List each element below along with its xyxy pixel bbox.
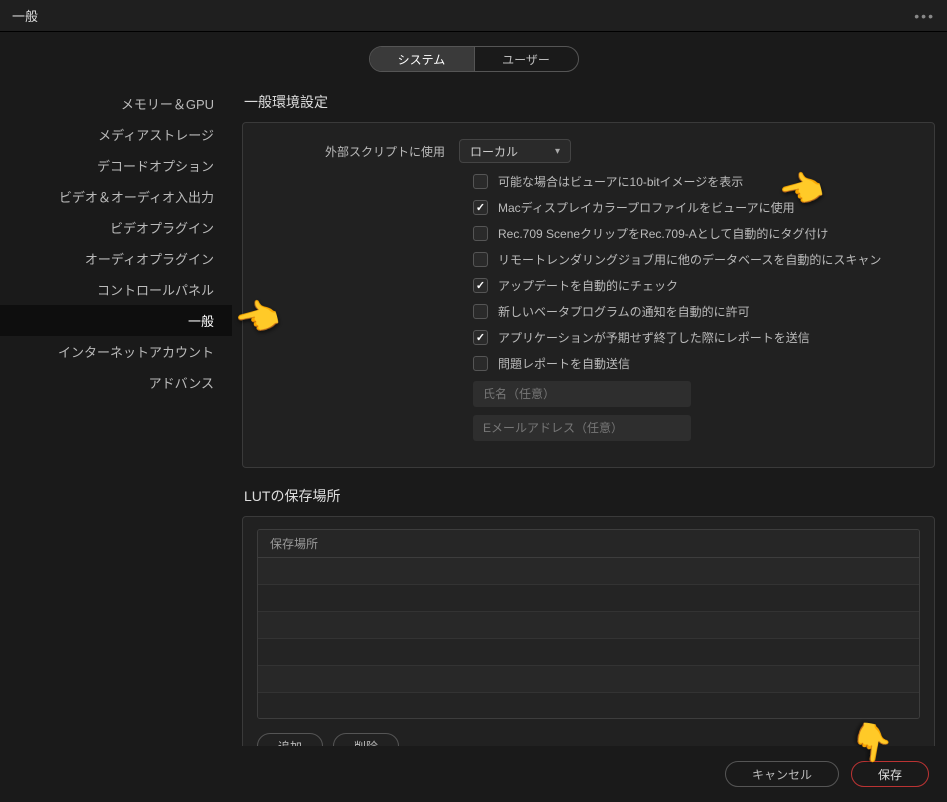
sidebar-item-label: ビデオ＆オーディオ入出力 bbox=[59, 187, 214, 206]
check-10bit[interactable] bbox=[473, 174, 488, 189]
window-menu-icon[interactable]: ••• bbox=[914, 8, 935, 24]
check-beta-notify[interactable] bbox=[473, 304, 488, 319]
main-content: 一般環境設定 外部スクリプトに使用 ローカル ▾ 可能な場合はビューアに10-b… bbox=[232, 84, 947, 748]
table-row[interactable] bbox=[258, 693, 919, 719]
sidebar-item-audio-plugins[interactable]: オーディオプラグイン bbox=[0, 243, 232, 274]
general-section-title: 一般環境設定 bbox=[244, 92, 935, 112]
sidebar-item-label: ビデオプラグイン bbox=[110, 218, 214, 237]
general-panel: 外部スクリプトに使用 ローカル ▾ 可能な場合はビューアに10-bitイメージを… bbox=[242, 122, 935, 468]
check-label: Macディスプレイカラープロファイルをビューアに使用 bbox=[498, 199, 795, 216]
check-label: リモートレンダリングジョブ用に他のデータベースを自動的にスキャン bbox=[498, 251, 881, 268]
cancel-button[interactable]: キャンセル bbox=[725, 761, 839, 787]
lut-table-body[interactable] bbox=[258, 558, 919, 718]
footer: キャンセル 保存 bbox=[0, 746, 947, 802]
sidebar-item-advanced[interactable]: アドバンス bbox=[0, 367, 232, 398]
sidebar-item-internet-accounts[interactable]: インターネットアカウント bbox=[0, 336, 232, 367]
check-crash-report[interactable] bbox=[473, 330, 488, 345]
sidebar-item-general[interactable]: 一般 bbox=[0, 305, 232, 336]
sidebar-item-label: アドバンス bbox=[149, 373, 214, 392]
segmented-control: システム ユーザー bbox=[369, 46, 579, 72]
sidebar-item-media-storage[interactable]: メディアストレージ bbox=[0, 119, 232, 150]
check-label: 新しいベータプログラムの通知を自動的に許可 bbox=[498, 303, 750, 320]
table-row[interactable] bbox=[258, 639, 919, 666]
script-label: 外部スクリプトに使用 bbox=[261, 143, 459, 160]
lut-col-header[interactable]: 保存場所 bbox=[258, 530, 919, 558]
chevron-down-icon: ▾ bbox=[555, 146, 560, 157]
table-row[interactable] bbox=[258, 612, 919, 639]
check-label: 問題レポートを自動送信 bbox=[498, 355, 630, 372]
lut-table: 保存場所 bbox=[257, 529, 920, 719]
check-label: Rec.709 SceneクリップをRec.709-Aとして自動的にタグ付け bbox=[498, 225, 828, 242]
tab-user[interactable]: ユーザー bbox=[474, 47, 578, 71]
check-label: 可能な場合はビューアに10-bitイメージを表示 bbox=[498, 173, 743, 190]
script-select[interactable]: ローカル ▾ bbox=[459, 139, 571, 163]
save-button[interactable]: 保存 bbox=[851, 761, 929, 787]
sidebar-item-label: コントロールパネル bbox=[97, 280, 214, 299]
titlebar: 一般 ••• bbox=[0, 0, 947, 32]
sidebar-item-label: メディアストレージ bbox=[98, 125, 214, 144]
email-field[interactable] bbox=[473, 415, 691, 441]
tab-system[interactable]: システム bbox=[370, 47, 474, 71]
lut-panel: 保存場所 追加 削除 bbox=[242, 516, 935, 748]
table-row[interactable] bbox=[258, 558, 919, 585]
sidebar-item-label: メモリー＆GPU bbox=[121, 94, 214, 113]
sidebar-item-control-panels[interactable]: コントロールパネル bbox=[0, 274, 232, 305]
check-label: アップデートを自動的にチェック bbox=[498, 277, 678, 294]
sidebar-item-video-plugins[interactable]: ビデオプラグイン bbox=[0, 212, 232, 243]
sidebar-item-video-audio-io[interactable]: ビデオ＆オーディオ入出力 bbox=[0, 181, 232, 212]
name-field[interactable] bbox=[473, 381, 691, 407]
window-title: 一般 bbox=[12, 6, 38, 25]
tabbar: システム ユーザー bbox=[0, 32, 947, 84]
script-select-value: ローカル bbox=[470, 143, 518, 160]
sidebar-item-label: オーディオプラグイン bbox=[85, 249, 214, 268]
check-updates[interactable] bbox=[473, 278, 488, 293]
check-mac-color-profile[interactable] bbox=[473, 200, 488, 215]
lut-section-title: LUTの保存場所 bbox=[244, 486, 935, 506]
table-row[interactable] bbox=[258, 585, 919, 612]
check-auto-send-report[interactable] bbox=[473, 356, 488, 371]
table-row[interactable] bbox=[258, 666, 919, 693]
sidebar-item-memory-gpu[interactable]: メモリー＆GPU bbox=[0, 88, 232, 119]
sidebar-item-decode-options[interactable]: デコードオプション bbox=[0, 150, 232, 181]
check-remote-render-scan[interactable] bbox=[473, 252, 488, 267]
check-label: アプリケーションが予期せず終了した際にレポートを送信 bbox=[498, 329, 810, 346]
sidebar-item-label: インターネットアカウント bbox=[58, 342, 214, 361]
check-rec709[interactable] bbox=[473, 226, 488, 241]
sidebar: メモリー＆GPU メディアストレージ デコードオプション ビデオ＆オーディオ入出… bbox=[0, 84, 232, 748]
sidebar-item-label: 一般 bbox=[188, 311, 214, 330]
sidebar-item-label: デコードオプション bbox=[97, 156, 214, 175]
